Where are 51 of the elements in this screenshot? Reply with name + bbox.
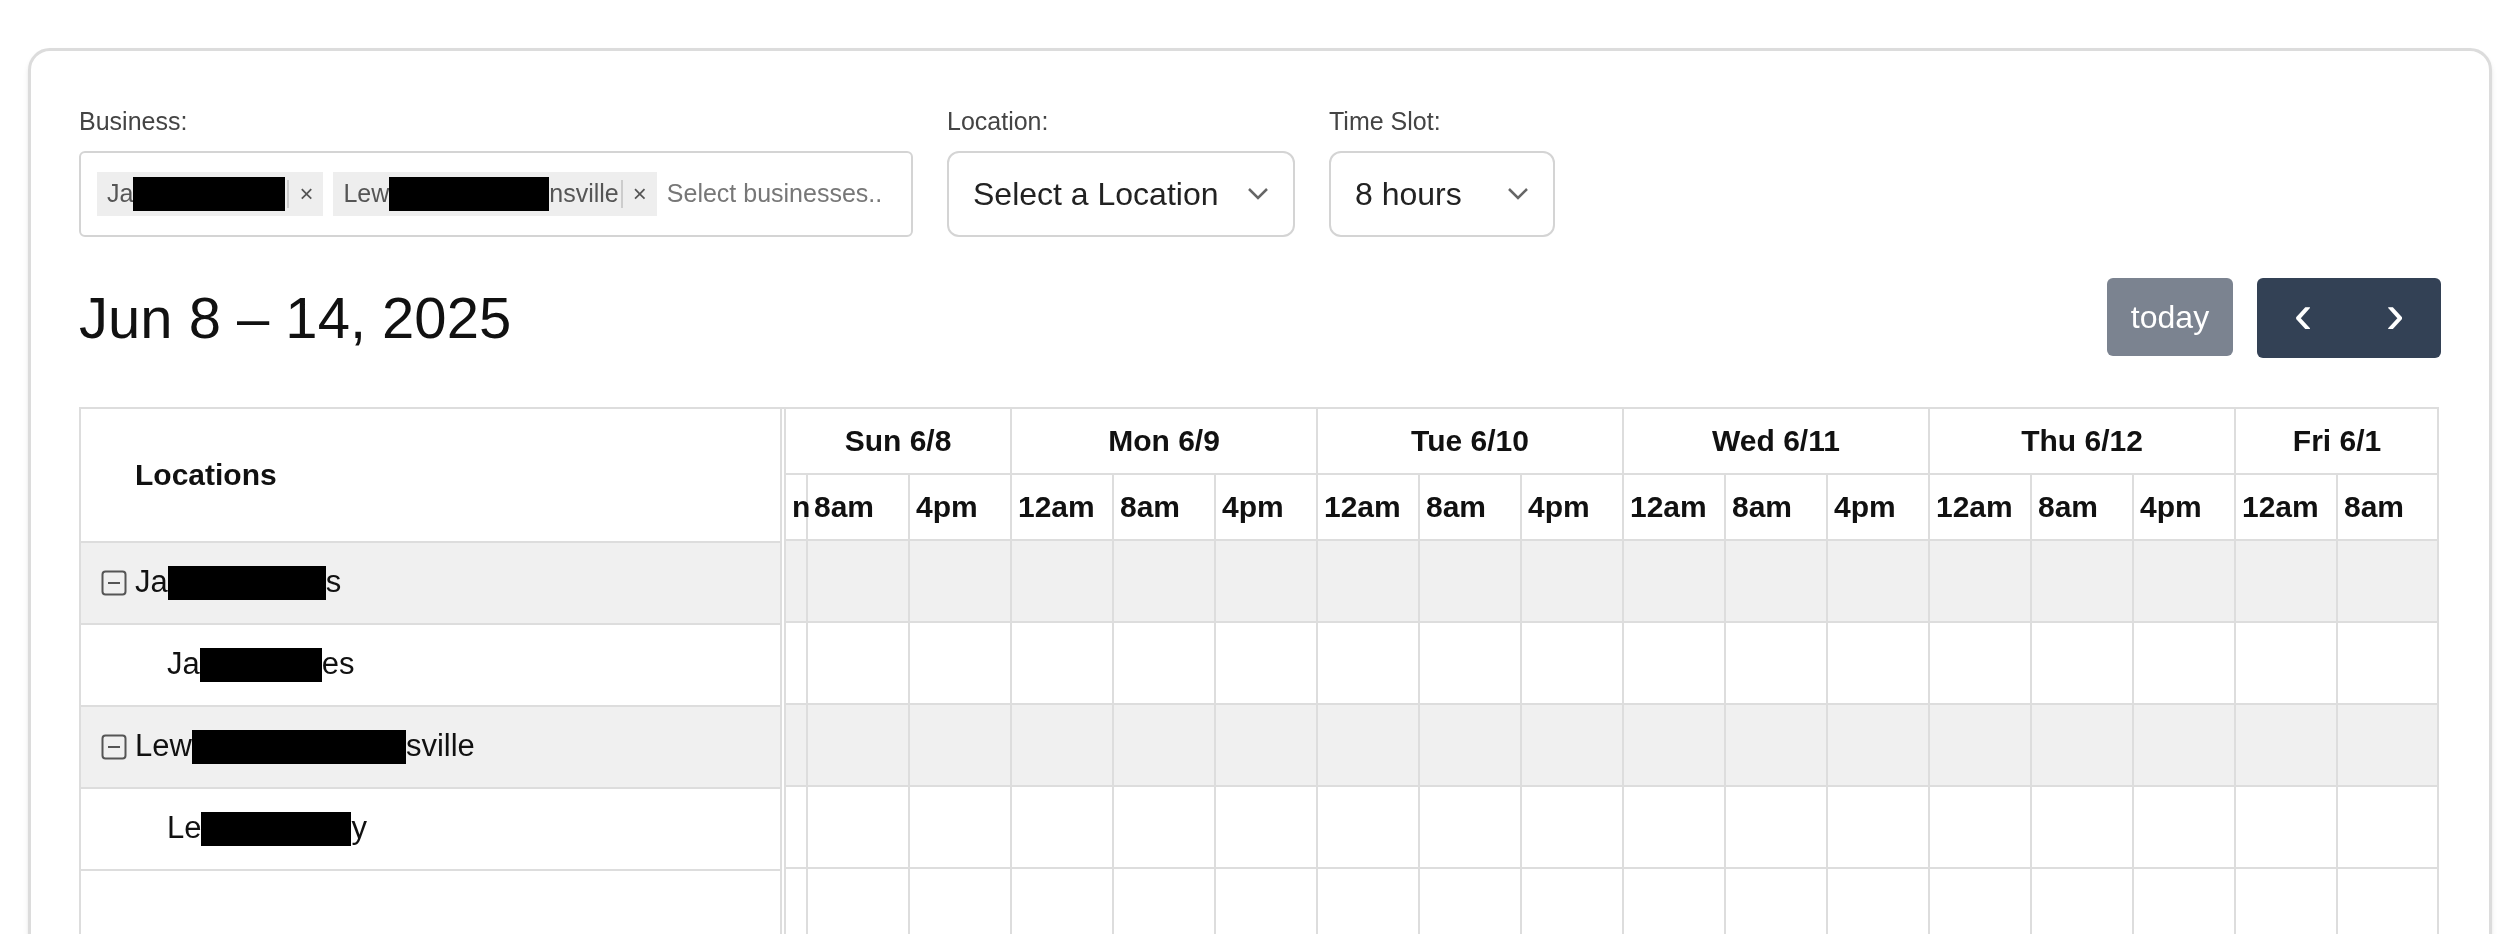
next-button[interactable]: ›: [2349, 277, 2441, 358]
collapse-icon[interactable]: [101, 569, 127, 596]
day-header: Mon 6/9: [1012, 408, 1318, 473]
time-slot-label: 8am: [1732, 489, 1793, 525]
time-slot-label: 4pm: [1222, 489, 1284, 525]
date-range-title: Jun 8 – 14, 2025: [79, 284, 512, 352]
previous-button[interactable]: ‹: [2257, 277, 2349, 358]
time-slot-label: 12am: [1936, 489, 2013, 525]
time-slot-label: 8am: [1120, 489, 1181, 525]
business-select[interactable]: Ja × Lew nsville × Select businesses..: [79, 150, 913, 237]
name-text: Ja: [107, 177, 134, 209]
time-slot-label: n: [792, 489, 811, 525]
remove-tag-button[interactable]: ×: [622, 175, 657, 212]
name-text: es: [321, 645, 355, 684]
time-slot-select[interactable]: 8 hours: [1329, 150, 1555, 237]
time-slot-label: 4pm: [1528, 489, 1590, 525]
time-slot-label: 12am: [1630, 489, 1707, 525]
business-search-input[interactable]: Select businesses..: [666, 174, 895, 213]
name-text: sville: [405, 727, 475, 766]
name-text: Lew: [343, 177, 390, 209]
chevron-down-icon: [1247, 186, 1269, 201]
name-text: nsville: [549, 177, 619, 209]
time-slot-label: 12am: [1018, 489, 1095, 525]
time-slot-label: 4pm: [2140, 489, 2202, 525]
time-slot-label: 4pm: [916, 489, 978, 525]
name-text: y: [351, 809, 367, 848]
column-header: Locations: [135, 457, 277, 493]
name-text: Lew: [135, 727, 192, 766]
location-select[interactable]: Select a Location: [947, 150, 1295, 237]
name-text: Ja: [167, 645, 200, 684]
day-header: Wed 6/11: [1624, 408, 1930, 473]
day-header: Thu 6/12: [1930, 408, 2236, 473]
day-header: Tue 6/10: [1318, 408, 1624, 473]
day-header: Fri 6/1: [2236, 408, 2437, 473]
collapse-icon[interactable]: [101, 733, 127, 760]
chevron-down-icon: [1507, 186, 1529, 201]
name-text: Le: [167, 809, 202, 848]
time-slot-label: 8am: [814, 489, 875, 525]
field-label: Business:: [79, 106, 189, 137]
time-slot-label: 8am: [2038, 489, 2099, 525]
time-slot-label: 8am: [1426, 489, 1487, 525]
time-slot-label: 4pm: [1834, 489, 1896, 525]
day-header: Sun 6/8: [786, 408, 1012, 473]
time-slot-label: 12am: [2242, 489, 2319, 525]
name-text: s: [325, 563, 342, 602]
remove-tag-button[interactable]: ×: [289, 175, 324, 212]
time-slot-label: 12am: [1324, 489, 1401, 525]
name-text: Ja: [135, 563, 168, 602]
time-slot-label: 8am: [2344, 489, 2405, 525]
field-label: Time Slot:: [1329, 106, 1442, 137]
field-label: Location:: [947, 106, 1050, 137]
